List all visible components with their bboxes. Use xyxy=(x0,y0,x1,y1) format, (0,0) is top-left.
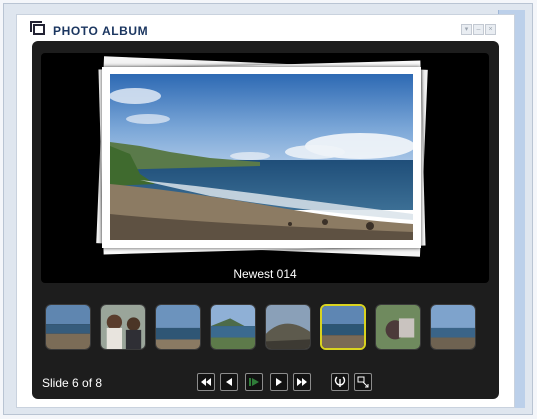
minimize-button[interactable]: – xyxy=(473,24,484,35)
album-panel: Newest 014 Slide 6 of 8 xyxy=(32,41,499,399)
first-slide-button[interactable] xyxy=(197,373,215,391)
thumbnail-8[interactable] xyxy=(430,304,476,350)
fullscreen-button[interactable] xyxy=(354,373,372,391)
previous-icon xyxy=(226,378,232,386)
settings-icon xyxy=(334,376,346,387)
last-slide-button[interactable] xyxy=(293,373,311,391)
widget-titlebar: PHOTO ALBUM ▾ – × xyxy=(17,15,514,41)
thumbnail-2[interactable] xyxy=(100,304,146,350)
current-photo-frame xyxy=(102,67,421,248)
thumbnail-3[interactable] xyxy=(155,304,201,350)
thumbnail-5[interactable] xyxy=(265,304,311,350)
current-photo[interactable] xyxy=(110,74,413,240)
thumbnail-4[interactable] xyxy=(210,304,256,350)
slide-caption: Newest 014 xyxy=(233,267,297,281)
window-buttons: ▾ – × xyxy=(461,24,496,35)
thumbnail-strip xyxy=(45,304,490,352)
last-icon xyxy=(297,378,307,386)
menu-button[interactable]: ▾ xyxy=(461,24,472,35)
next-icon xyxy=(276,378,282,386)
first-icon xyxy=(201,378,211,386)
album-icon xyxy=(30,21,45,35)
slide-stage: Newest 014 xyxy=(41,53,489,283)
thumbnail-1[interactable] xyxy=(45,304,91,350)
play-icon xyxy=(249,378,259,386)
widget-title: PHOTO ALBUM xyxy=(53,24,149,38)
close-button[interactable]: × xyxy=(485,24,496,35)
thumbnail-6[interactable] xyxy=(320,304,366,350)
slide-counter: Slide 6 of 8 xyxy=(42,376,103,390)
previous-slide-button[interactable] xyxy=(220,373,238,391)
next-slide-button[interactable] xyxy=(270,373,288,391)
play-button[interactable] xyxy=(245,373,263,391)
photo-album-widget: PHOTO ALBUM ▾ – × Newest 014 Slide 6 of … xyxy=(16,14,515,408)
thumbnail-7[interactable] xyxy=(375,304,421,350)
settings-button[interactable] xyxy=(331,373,349,391)
fullscreen-icon xyxy=(357,376,369,388)
